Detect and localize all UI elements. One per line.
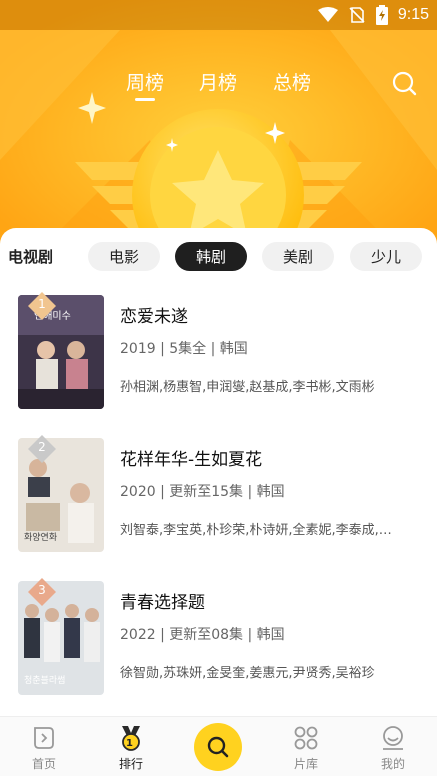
chip-tv-series[interactable]: 电视剧 bbox=[0, 242, 76, 271]
rank-number: 3 bbox=[38, 583, 46, 597]
tab-label: 总榜 bbox=[273, 72, 312, 94]
bottom-navigation: 首页 1 排行 片库 我的 bbox=[0, 716, 437, 776]
show-title: 花样年华-生如夏花 bbox=[120, 450, 263, 470]
battery-charging-icon bbox=[375, 5, 388, 25]
home-icon bbox=[34, 727, 54, 749]
show-meta: 2019 | 5集全 | 韩国 bbox=[120, 341, 248, 357]
tab-label: 周榜 bbox=[126, 72, 165, 94]
status-time: 9:15 bbox=[397, 6, 429, 23]
profile-icon bbox=[383, 726, 403, 750]
rank-badge: 2 bbox=[28, 435, 56, 463]
chip-kids[interactable]: 少儿 bbox=[350, 242, 422, 271]
list-item-show[interactable]: 청춘블라썸 3 青春选择题 2022 | 更新至08集 | 韩国 徐智勋,苏珠妍… bbox=[18, 578, 428, 699]
wifi-icon bbox=[317, 7, 338, 22]
chip-movies[interactable]: 电影 bbox=[88, 242, 160, 271]
chip-label: 美剧 bbox=[282, 248, 313, 266]
chip-us-drama[interactable]: 美剧 bbox=[262, 242, 334, 271]
category-chips: 电视剧 电影 韩剧 美剧 少儿 bbox=[0, 242, 437, 272]
chip-label: 电视剧 bbox=[8, 248, 54, 266]
list-item-show[interactable]: 연애미수 1 恋爱未遂 2019 | 5集全 | 韩国 孙相渊,杨惠智,申润燮,… bbox=[18, 292, 428, 413]
nav-label: 首页 bbox=[31, 757, 56, 771]
banner-background bbox=[0, 0, 437, 250]
tab-monthly[interactable]: 月榜 bbox=[199, 68, 237, 95]
poster-title-text: 청춘블라썸 bbox=[24, 676, 66, 686]
ranking-period-tabs: 周榜 月榜 总榜 bbox=[0, 68, 437, 108]
tab-all-time[interactable]: 总榜 bbox=[273, 68, 311, 95]
rank-number: 1 bbox=[38, 297, 46, 311]
show-cast: 刘智泰,李宝英,朴珍荣,朴诗妍,全素妮,李泰成,… bbox=[120, 523, 392, 538]
no-sim-icon bbox=[349, 7, 365, 23]
tab-weekly[interactable]: 周榜 bbox=[126, 68, 165, 101]
chip-korean-drama[interactable]: 韩剧 bbox=[175, 242, 247, 271]
nav-ranking[interactable]: 1 排行 bbox=[101, 717, 161, 776]
center-search-button[interactable] bbox=[194, 723, 242, 771]
show-cast: 徐智勋,苏珠妍,金旻奎,姜惠元,尹贤秀,吴裕珍 bbox=[120, 666, 375, 681]
ranking-banner: 9:15 周榜 月榜 总榜 bbox=[0, 0, 437, 250]
nav-home[interactable]: 首页 bbox=[14, 717, 74, 776]
ranking-list-panel: 电视剧 电影 韩剧 美剧 少儿 연애미수 1 恋爱未遂 2019 | 5集全 |… bbox=[0, 228, 437, 716]
nav-label: 排行 bbox=[118, 757, 143, 771]
show-cast: 孙相渊,杨惠智,申润燮,赵基成,李书彬,文雨彬 bbox=[120, 380, 375, 395]
ranking-badge-number: 1 bbox=[126, 738, 133, 749]
chip-label: 少儿 bbox=[370, 248, 401, 266]
nav-label: 片库 bbox=[293, 757, 318, 771]
rank-badge: 3 bbox=[28, 578, 56, 606]
nav-profile[interactable]: 我的 bbox=[363, 717, 423, 776]
rank-badge: 1 bbox=[28, 292, 56, 320]
show-title: 青春选择题 bbox=[120, 593, 205, 613]
tab-label: 月榜 bbox=[199, 72, 238, 94]
show-meta: 2020 | 更新至15集 | 韩国 bbox=[120, 484, 285, 500]
search-icon[interactable] bbox=[391, 70, 417, 96]
nav-library[interactable]: 片库 bbox=[276, 717, 336, 776]
show-title: 恋爱未遂 bbox=[120, 307, 188, 327]
library-grid-icon bbox=[294, 726, 318, 750]
chip-label: 电影 bbox=[108, 248, 139, 266]
rank-number: 2 bbox=[38, 440, 46, 454]
list-item-show[interactable]: 화양연화 2 花样年华-生如夏花 2020 | 更新至15集 | 韩国 刘智泰,… bbox=[18, 435, 428, 556]
search-icon bbox=[207, 736, 229, 758]
poster-title-text: 화양연화 bbox=[24, 533, 58, 543]
nav-label: 我的 bbox=[380, 757, 405, 771]
show-meta: 2022 | 更新至08集 | 韩国 bbox=[120, 627, 285, 643]
status-bar: 9:15 bbox=[0, 0, 437, 30]
chip-label: 韩剧 bbox=[195, 248, 226, 266]
